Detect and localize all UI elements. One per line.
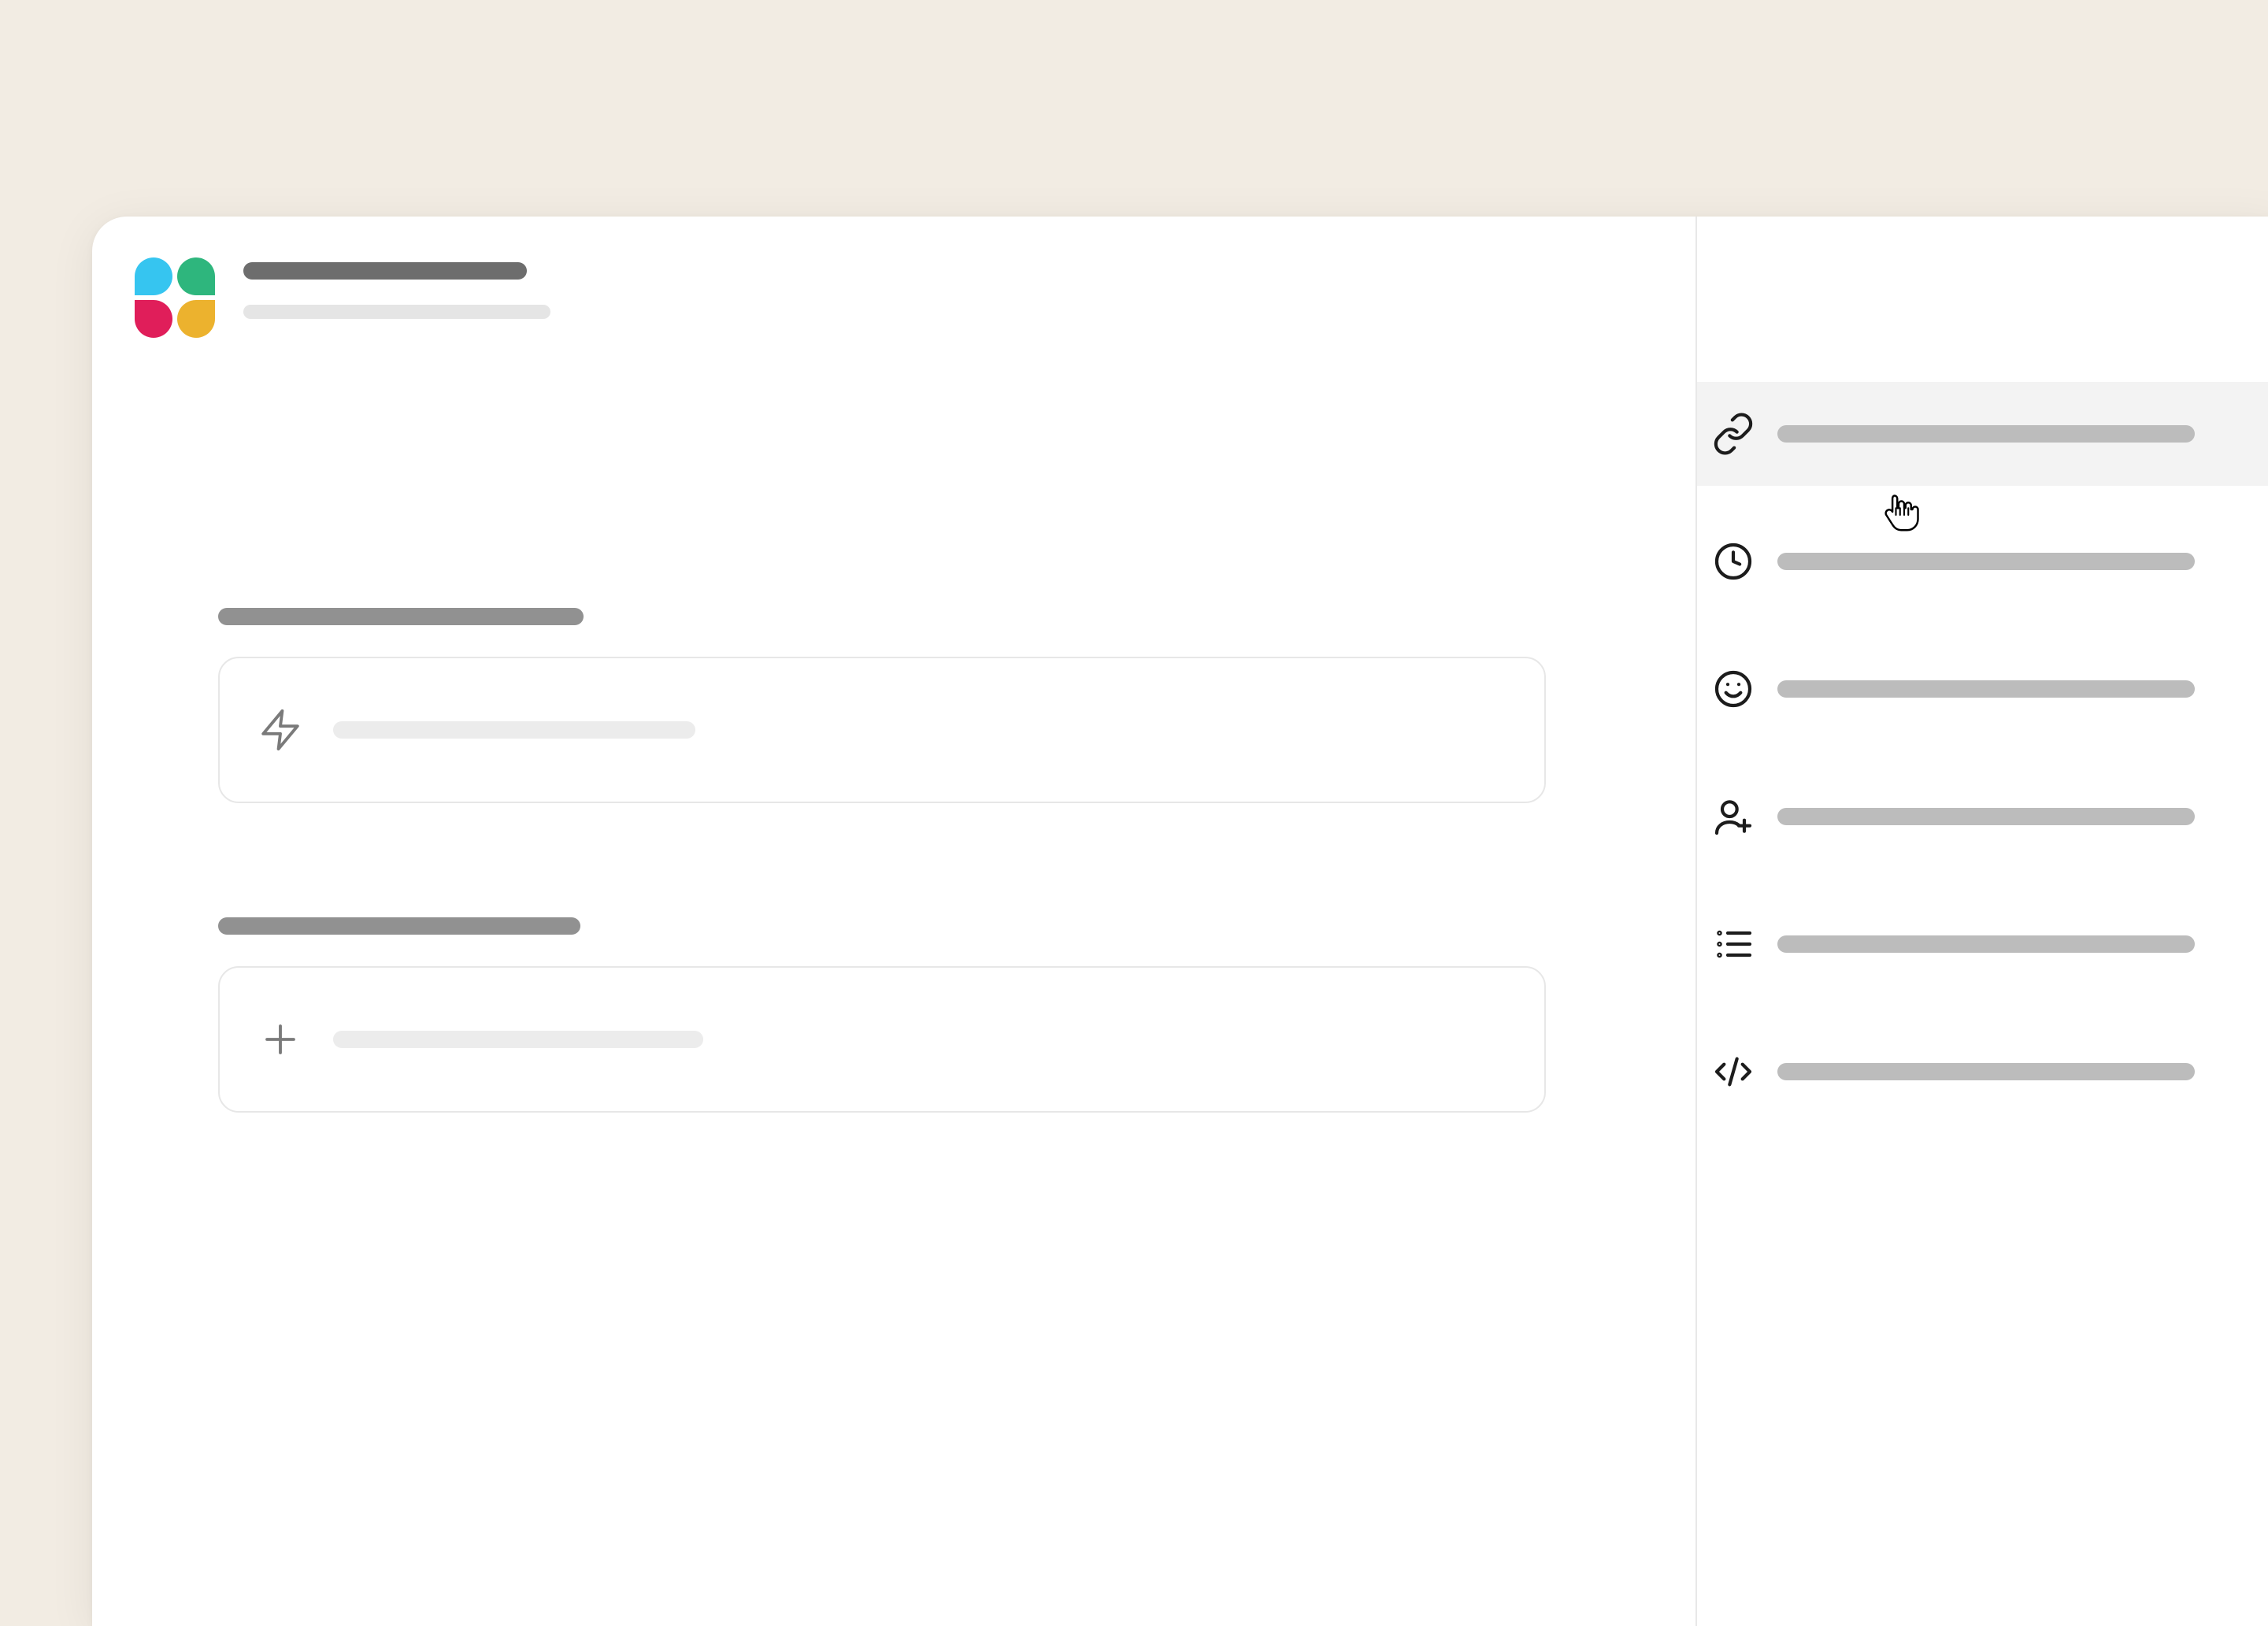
- sidebar-item-label: [1777, 680, 2195, 698]
- sidebar-item-webhook[interactable]: [1697, 1020, 2268, 1124]
- card-text: [333, 1031, 703, 1048]
- options-sidebar: [1697, 217, 2268, 1626]
- link-icon: [1711, 412, 1755, 456]
- card-text: [333, 721, 695, 739]
- section-heading: [218, 917, 580, 935]
- app-logo-icon: [132, 256, 220, 344]
- app-header: [132, 256, 1656, 344]
- list-icon: [1711, 922, 1755, 966]
- plus-icon: [258, 1017, 303, 1062]
- sidebar-item-scheduled[interactable]: [1697, 509, 2268, 613]
- sidebar-item-label: [1777, 935, 2195, 953]
- trigger-card[interactable]: [218, 657, 1546, 803]
- sidebar-item-link[interactable]: [1697, 382, 2268, 486]
- app-title: [243, 262, 527, 280]
- sidebar-item-label: [1777, 553, 2195, 570]
- smile-icon: [1711, 667, 1755, 711]
- sidebar-item-list[interactable]: [1697, 892, 2268, 996]
- section-heading: [218, 608, 584, 625]
- code-icon: [1711, 1050, 1755, 1094]
- sidebar-item-reaction[interactable]: [1697, 637, 2268, 741]
- sidebar-item-label: [1777, 808, 2195, 825]
- user-plus-icon: [1711, 794, 1755, 839]
- main-area: [92, 217, 1697, 1626]
- sidebar-item-user-joins[interactable]: [1697, 765, 2268, 869]
- add-step-card[interactable]: [218, 966, 1546, 1113]
- lightning-icon: [258, 707, 303, 753]
- app-window: [92, 217, 2268, 1626]
- app-subtitle: [243, 305, 550, 319]
- clock-icon: [1711, 539, 1755, 583]
- sidebar-item-label: [1777, 1063, 2195, 1080]
- sidebar-item-label: [1777, 425, 2195, 443]
